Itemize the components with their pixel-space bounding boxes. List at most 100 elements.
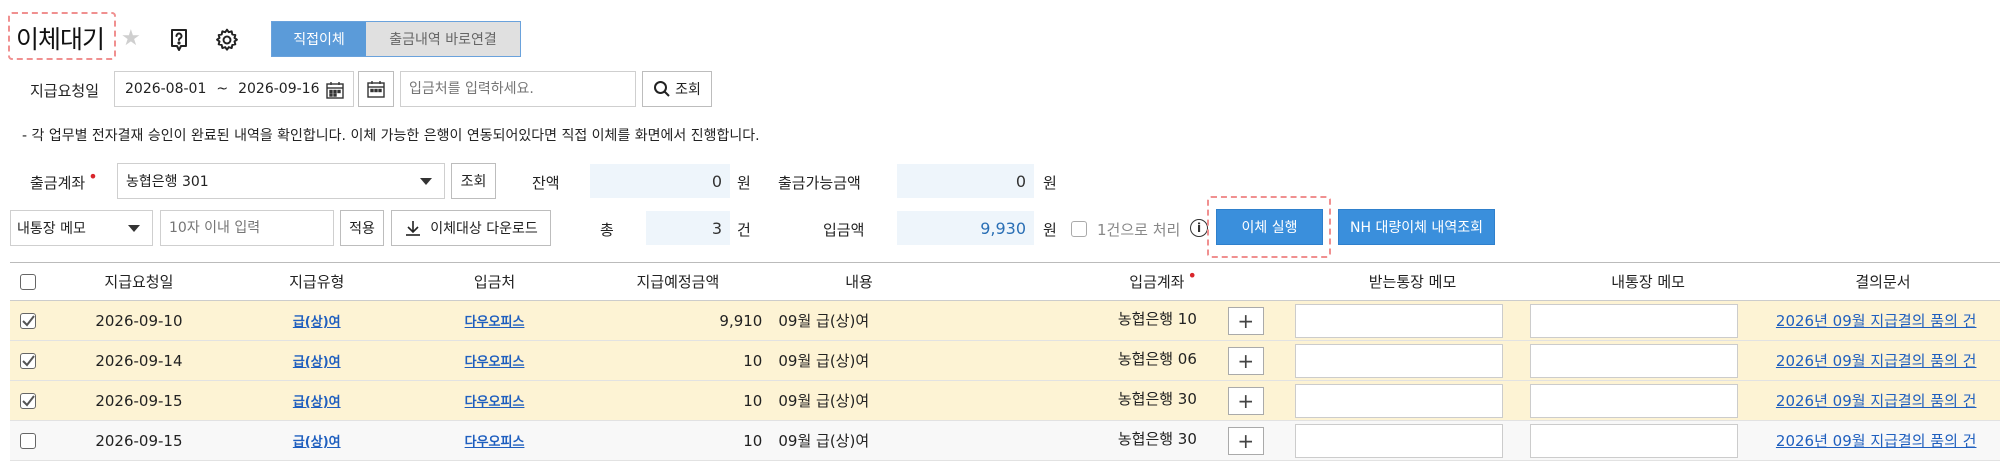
recipient-memo-input[interactable]	[1294, 423, 1503, 458]
cell-type-link[interactable]: 급(상)여	[293, 395, 341, 410]
account-query-button[interactable]: 조회	[451, 163, 496, 199]
cell-document-link[interactable]: 2026년 09월 지급결의 품의 건	[1776, 312, 1977, 330]
cell-date: 2026-09-10	[50, 300, 228, 341]
table-header-row: 지급요청일 지급유형 입금처 지급예정금액 내용 입금계좌 받는통장 메모 내통…	[10, 262, 2000, 301]
dropdown-arrow-icon	[128, 225, 140, 232]
col-header-content: 내용	[772, 262, 946, 301]
cell-content: 09월 급(상)여	[772, 380, 946, 421]
my-memo-input[interactable]	[1530, 303, 1739, 338]
total-value: 3	[646, 211, 730, 245]
date-from: 2026-08-01	[125, 81, 207, 97]
apply-button[interactable]: 적용	[340, 210, 384, 246]
total-unit: 건	[737, 221, 751, 239]
date-separator: ~	[216, 81, 229, 97]
memo-type-select-value: 내통장 메모	[17, 221, 86, 237]
table-row[interactable]: 2026-09-10 급(상)여 다우오피스 9,910 09월 급(상)여 농협은행 1…	[10, 300, 2000, 341]
recipient-memo-input[interactable]	[1294, 343, 1503, 378]
cell-amount: 10	[583, 420, 773, 461]
memo-input[interactable]	[160, 210, 334, 246]
balance-unit: 원	[737, 174, 751, 192]
add-account-button[interactable]: +	[1227, 386, 1264, 415]
checkmark-icon	[22, 314, 35, 327]
row-checkbox[interactable]	[20, 432, 36, 449]
cell-payee-link[interactable]: 다우오피스	[465, 395, 525, 410]
add-account-button[interactable]: +	[1227, 426, 1264, 455]
account-select[interactable]: 농협은행 301	[117, 163, 445, 199]
my-memo-input[interactable]	[1530, 383, 1739, 418]
account-select-value: 농협은행 301	[126, 174, 209, 190]
cell-type-link[interactable]: 급(상)여	[293, 355, 341, 370]
cell-payee-link[interactable]: 다우오피스	[465, 315, 525, 330]
tab-withdrawal-link[interactable]: 출금내역 바로연결	[366, 22, 520, 56]
date-range-field[interactable]: 2026-08-01 ~ 2026-09-16	[114, 71, 354, 107]
date-range-calendar-icon[interactable]	[325, 80, 345, 104]
recipient-memo-input[interactable]	[1294, 383, 1503, 418]
cell-account: 농협은행 30	[1117, 390, 1197, 408]
add-account-button[interactable]: +	[1227, 346, 1264, 375]
col-header-account: 입금계좌	[945, 262, 1197, 301]
dropdown-arrow-icon	[420, 178, 432, 185]
checkmark-icon	[22, 354, 35, 367]
col-header-recipient-memo: 받는통장 메모	[1294, 262, 1531, 301]
cell-date: 2026-09-15	[50, 380, 228, 421]
my-memo-input[interactable]	[1530, 343, 1739, 378]
deposit-unit: 원	[1043, 221, 1057, 239]
select-all-checkbox[interactable]	[20, 273, 36, 290]
col-header-document: 결의문서	[1765, 262, 2000, 301]
col-header-account-label: 입금계좌	[1129, 273, 1197, 291]
download-targets-label: 이체대상 다운로드	[430, 221, 538, 237]
cell-payee-link[interactable]: 다우오피스	[465, 435, 525, 450]
available-unit: 원	[1043, 174, 1057, 192]
col-header-date: 지급요청일	[50, 262, 228, 301]
col-header-my-memo: 내통장 메모	[1530, 262, 1766, 301]
help-icon[interactable]	[164, 25, 194, 55]
calendar-button[interactable]	[358, 71, 394, 107]
execute-transfer-button[interactable]: 이체 실행	[1216, 209, 1323, 245]
cell-type-link[interactable]: 급(상)여	[293, 315, 341, 330]
nh-bulk-transfer-history-button[interactable]: NH 대량이체 내역조회	[1338, 209, 1495, 245]
table-row[interactable]: 2026-09-15 급(상)여 다우오피스 10 09월 급(상)여 농협은행 30 +2…	[10, 380, 2000, 421]
cell-account: 농협은행 06	[1117, 350, 1197, 368]
add-account-button[interactable]: +	[1227, 306, 1264, 335]
page-title: 이체대기	[16, 25, 105, 54]
cell-document-link[interactable]: 2026년 09월 지급결의 품의 건	[1776, 392, 1977, 410]
cell-date: 2026-09-15	[50, 420, 228, 461]
date-to: 2026-09-16	[238, 81, 320, 97]
col-header-account-spacer	[1196, 262, 1295, 301]
search-button-label: 조회	[675, 82, 701, 98]
total-label: 총	[600, 221, 614, 239]
cell-document-link[interactable]: 2026년 09월 지급결의 품의 건	[1776, 352, 1977, 370]
memo-type-select[interactable]: 내통장 메모	[10, 210, 153, 246]
settings-gear-icon[interactable]	[212, 25, 242, 55]
cell-account: 농협은행 30	[1117, 430, 1197, 448]
cell-payee-link[interactable]: 다우오피스	[465, 355, 525, 370]
cell-amount: 10	[583, 340, 773, 381]
deposit-label: 입금액	[823, 221, 865, 239]
recipient-memo-input[interactable]	[1294, 303, 1503, 338]
tab-direct-transfer[interactable]: 직접이체	[272, 22, 366, 56]
row-checkbox[interactable]	[20, 312, 36, 329]
info-icon[interactable]: i	[1190, 219, 1208, 237]
deposit-value: 9,930	[897, 211, 1034, 245]
calendar-icon	[367, 81, 385, 98]
row-checkbox[interactable]	[20, 392, 36, 409]
balance-label: 잔액	[532, 174, 560, 192]
col-header-payee: 입금처	[405, 262, 584, 301]
my-memo-input[interactable]	[1530, 423, 1739, 458]
col-header-amount: 지급예정금액	[583, 262, 773, 301]
cell-content: 09월 급(상)여	[772, 340, 946, 381]
single-process-checkbox[interactable]	[1071, 221, 1087, 237]
search-icon	[654, 81, 670, 97]
download-icon	[406, 221, 421, 236]
search-button[interactable]: 조회	[642, 71, 712, 107]
download-targets-button[interactable]: 이체대상 다운로드	[391, 210, 551, 246]
date-label: 지급요청일	[30, 82, 100, 100]
table-row[interactable]: 2026-09-14 급(상)여 다우오피스 10 09월 급(상)여 농협은행 06 +2…	[10, 340, 2000, 381]
cell-document-link[interactable]: 2026년 09월 지급결의 품의 건	[1776, 432, 1977, 450]
table-row[interactable]: 2026-09-15 급(상)여 다우오피스 10 09월 급(상)여 농협은행 30 +2…	[10, 420, 2000, 461]
col-header-type: 지급유형	[227, 262, 406, 301]
payee-search-input[interactable]	[400, 71, 636, 107]
favorite-star-icon[interactable]: ★	[121, 26, 141, 51]
cell-type-link[interactable]: 급(상)여	[293, 435, 341, 450]
row-checkbox[interactable]	[20, 352, 36, 369]
